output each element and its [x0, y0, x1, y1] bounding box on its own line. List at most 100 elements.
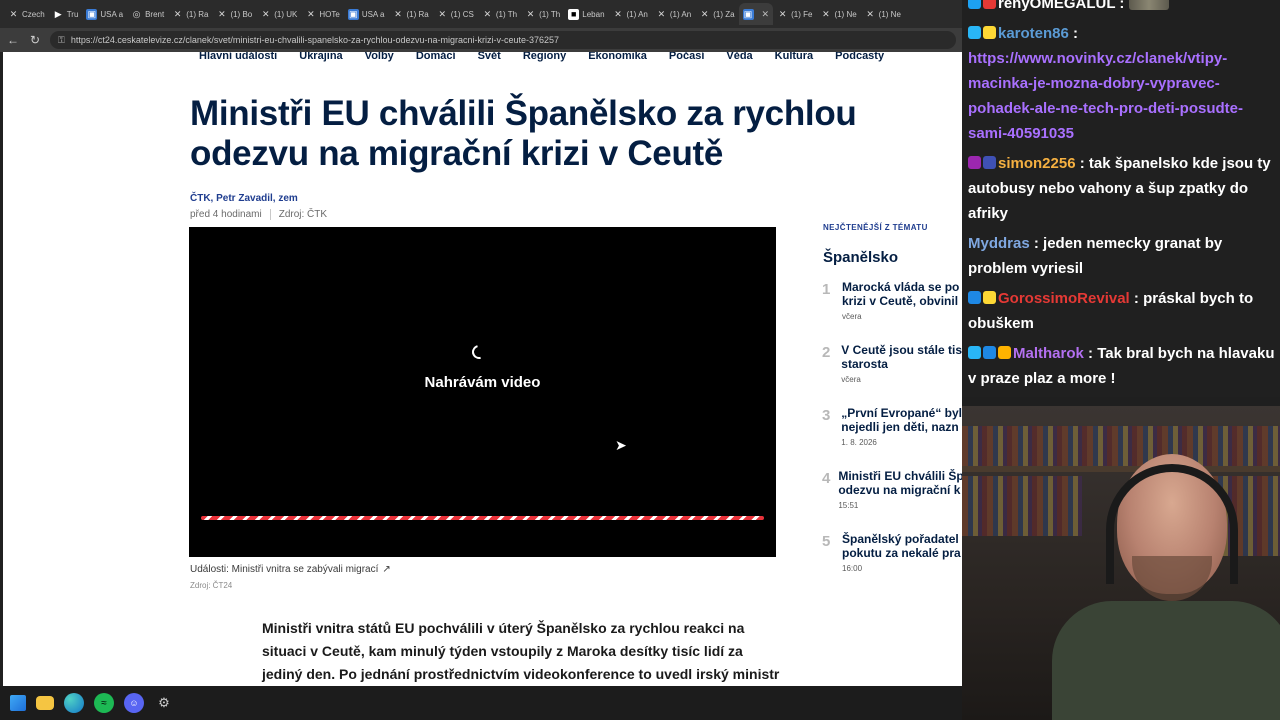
- tab-4[interactable]: ◎ Brent: [127, 3, 168, 25]
- tab-1[interactable]: ✕ Czech: [4, 3, 49, 25]
- chat-separator: :: [1083, 345, 1098, 362]
- sidebar-item[interactable]: 2 V Ceutě jsou stále tis starosta včera: [822, 343, 962, 406]
- mouse-cursor-icon: ➤: [615, 437, 627, 453]
- settings-icon[interactable]: ⚙: [154, 693, 174, 713]
- sidebar-item-title[interactable]: Marocká vláda se po krizi v Ceutě, obvin…: [842, 280, 962, 308]
- tab-10[interactable]: ✕ (1) Ra: [389, 3, 433, 25]
- stream-chat: renyOMEGALUL : karoten86 : https://www.n…: [962, 0, 1280, 397]
- chat-username[interactable]: renyOMEGALUL: [998, 0, 1115, 12]
- x-icon: ✕: [526, 8, 535, 19]
- tab-label: (1) Za: [713, 9, 735, 19]
- sidebar-title[interactable]: Španělsko: [823, 249, 898, 266]
- tab-5[interactable]: ✕ (1) Ra: [168, 3, 212, 25]
- sidebar-item-number: 1: [822, 281, 831, 298]
- headphones-icon: [1106, 464, 1238, 584]
- window-edge: [0, 52, 3, 686]
- tab-15[interactable]: ✕ (1) An: [609, 3, 652, 25]
- tab-18[interactable]: ▣ ✕: [738, 3, 774, 25]
- chat-username[interactable]: Maltharok: [1013, 345, 1084, 362]
- file-explorer-icon[interactable]: [36, 696, 54, 710]
- tab-21[interactable]: ✕ (1) Ne: [861, 3, 905, 25]
- nav-link[interactable]: Počasí: [669, 52, 704, 62]
- nav-link[interactable]: Kultura: [775, 52, 814, 62]
- x-icon: ✕: [657, 8, 666, 19]
- url-input[interactable]: ⚿ https://ct24.ceskatelevize.cz/clanek/s…: [50, 31, 956, 49]
- tab-20[interactable]: ✕ (1) Ne: [816, 3, 860, 25]
- chat-separator: :: [1075, 155, 1089, 172]
- nav-link[interactable]: Ukrajina: [299, 52, 342, 62]
- sidebar-item[interactable]: 1 Marocká vláda se po krizi v Ceutě, obvi…: [822, 280, 962, 343]
- article-time: před 4 hodinami: [190, 209, 262, 220]
- sidebar-item-number: 3: [822, 407, 831, 424]
- x-icon: ✕: [483, 8, 492, 19]
- tab-label: Czech: [22, 9, 45, 19]
- reload-icon[interactable]: ↻: [28, 33, 42, 47]
- sidebar-item-title[interactable]: V Ceutě jsou stále tis starosta: [841, 343, 962, 371]
- tab-3[interactable]: ▣ USA a: [82, 3, 127, 25]
- tab-label: (1) Ra: [406, 9, 429, 19]
- tab-19[interactable]: ✕ (1) Fe: [773, 3, 816, 25]
- tab-9[interactable]: ▣ USA a: [344, 3, 389, 25]
- nav-link[interactable]: Domácí: [416, 52, 456, 62]
- tab-16[interactable]: ✕ (1) An: [652, 3, 695, 25]
- nav-link[interactable]: Podcasty: [835, 52, 884, 62]
- sidebar-item-body: Marocká vláda se po krizi v Ceutě, obvin…: [842, 280, 962, 343]
- video-progress-bar[interactable]: [201, 516, 764, 520]
- tab-11[interactable]: ✕ (1) CS: [433, 3, 478, 25]
- ct24-icon: ▣: [347, 8, 359, 20]
- external-link-icon[interactable]: ↗: [382, 564, 390, 575]
- discord-icon[interactable]: ☺: [124, 693, 144, 713]
- chat-username[interactable]: GorossimoRevival: [998, 290, 1130, 307]
- sidebar-item-title[interactable]: Španělský pořadatel pokutu za nekalé pra: [842, 532, 962, 560]
- tab-8[interactable]: ✕ HOTe: [301, 3, 343, 25]
- nav-link[interactable]: Regiony: [523, 52, 566, 62]
- chat-username[interactable]: Myddras: [968, 235, 1030, 252]
- nav-link[interactable]: Hlavní události: [199, 52, 277, 62]
- sidebar-item-time: 15:51: [838, 501, 859, 510]
- sidebar-item[interactable]: 3 „První Evropané“ byl nejedli jen děti, …: [822, 406, 962, 469]
- nav-link[interactable]: Věda: [726, 52, 752, 62]
- windows-start-icon[interactable]: [10, 695, 26, 711]
- chat-username[interactable]: simon2256: [998, 155, 1076, 172]
- close-tab-icon[interactable]: ✕: [762, 9, 770, 20]
- tab-label: USA a: [100, 9, 124, 19]
- chat-message: renyOMEGALUL :: [968, 0, 1276, 16]
- nav-link[interactable]: Ekonomika: [588, 52, 647, 62]
- video-caption[interactable]: Události: Ministři vnitra se zabývali mi…: [190, 564, 391, 575]
- sidebar-item-title[interactable]: „První Evropané“ byl nejedli jen děti, n…: [841, 406, 962, 434]
- tab-label: (1) UK: [274, 9, 298, 19]
- video-player[interactable]: Nahrávám video ➤: [189, 227, 776, 557]
- tab-label: (1) Th: [495, 9, 518, 19]
- x-icon: ✕: [261, 8, 270, 19]
- x-icon: ✕: [700, 8, 709, 19]
- x-icon: ✕: [9, 8, 18, 19]
- article-authors[interactable]: ČTK, Petr Zavadil, zem: [190, 193, 298, 204]
- tab-12[interactable]: ✕ (1) Th: [478, 3, 521, 25]
- ct24-icon: ▣: [86, 8, 98, 20]
- tab-7[interactable]: ✕ (1) UK: [256, 3, 301, 25]
- chat-separator: :: [1068, 25, 1079, 42]
- nav-link[interactable]: Svět: [478, 52, 501, 62]
- x-icon: ✕: [394, 8, 402, 19]
- sidebar-item-title[interactable]: Ministři EU chválili Šp odezvu na migrač…: [838, 469, 962, 497]
- edge-icon[interactable]: [64, 693, 84, 713]
- tab-13[interactable]: ✕ (1) Th: [521, 3, 564, 25]
- url-text: https://ct24.ceskatelevize.cz/clanek/sve…: [70, 35, 560, 45]
- nav-link[interactable]: Volby: [365, 52, 394, 62]
- sidebar-item[interactable]: 5 Španělský pořadatel pokutu za nekalé pr…: [822, 532, 962, 595]
- sidebar-item[interactable]: 4 Ministři EU chválili Šp odezvu na migra…: [822, 469, 962, 532]
- tab-6[interactable]: ✕ (1) Bo: [212, 3, 256, 25]
- play-icon: ▶: [54, 8, 62, 19]
- back-arrow-icon[interactable]: ←: [6, 33, 20, 47]
- tab-17[interactable]: ✕ (1) Za: [695, 3, 738, 25]
- tab-14[interactable]: ■ Leban: [564, 3, 608, 25]
- chat-badge-icon: [968, 291, 981, 304]
- tab-label: (1) Ra: [186, 9, 209, 19]
- site-info-icon[interactable]: ⚿: [58, 35, 65, 46]
- chat-username[interactable]: karoten86: [998, 25, 1069, 42]
- article-headline: Ministři EU chválili Španělsko za rychlo…: [190, 94, 857, 173]
- spotify-icon[interactable]: ≈: [94, 693, 114, 713]
- chat-link[interactable]: https://www.novinky.cz/clanek/vtipy-maci…: [968, 50, 1243, 142]
- article-body: Ministři vnitra států EU pochválili v út…: [262, 620, 780, 682]
- tab-2[interactable]: ▶ Tru: [49, 3, 83, 25]
